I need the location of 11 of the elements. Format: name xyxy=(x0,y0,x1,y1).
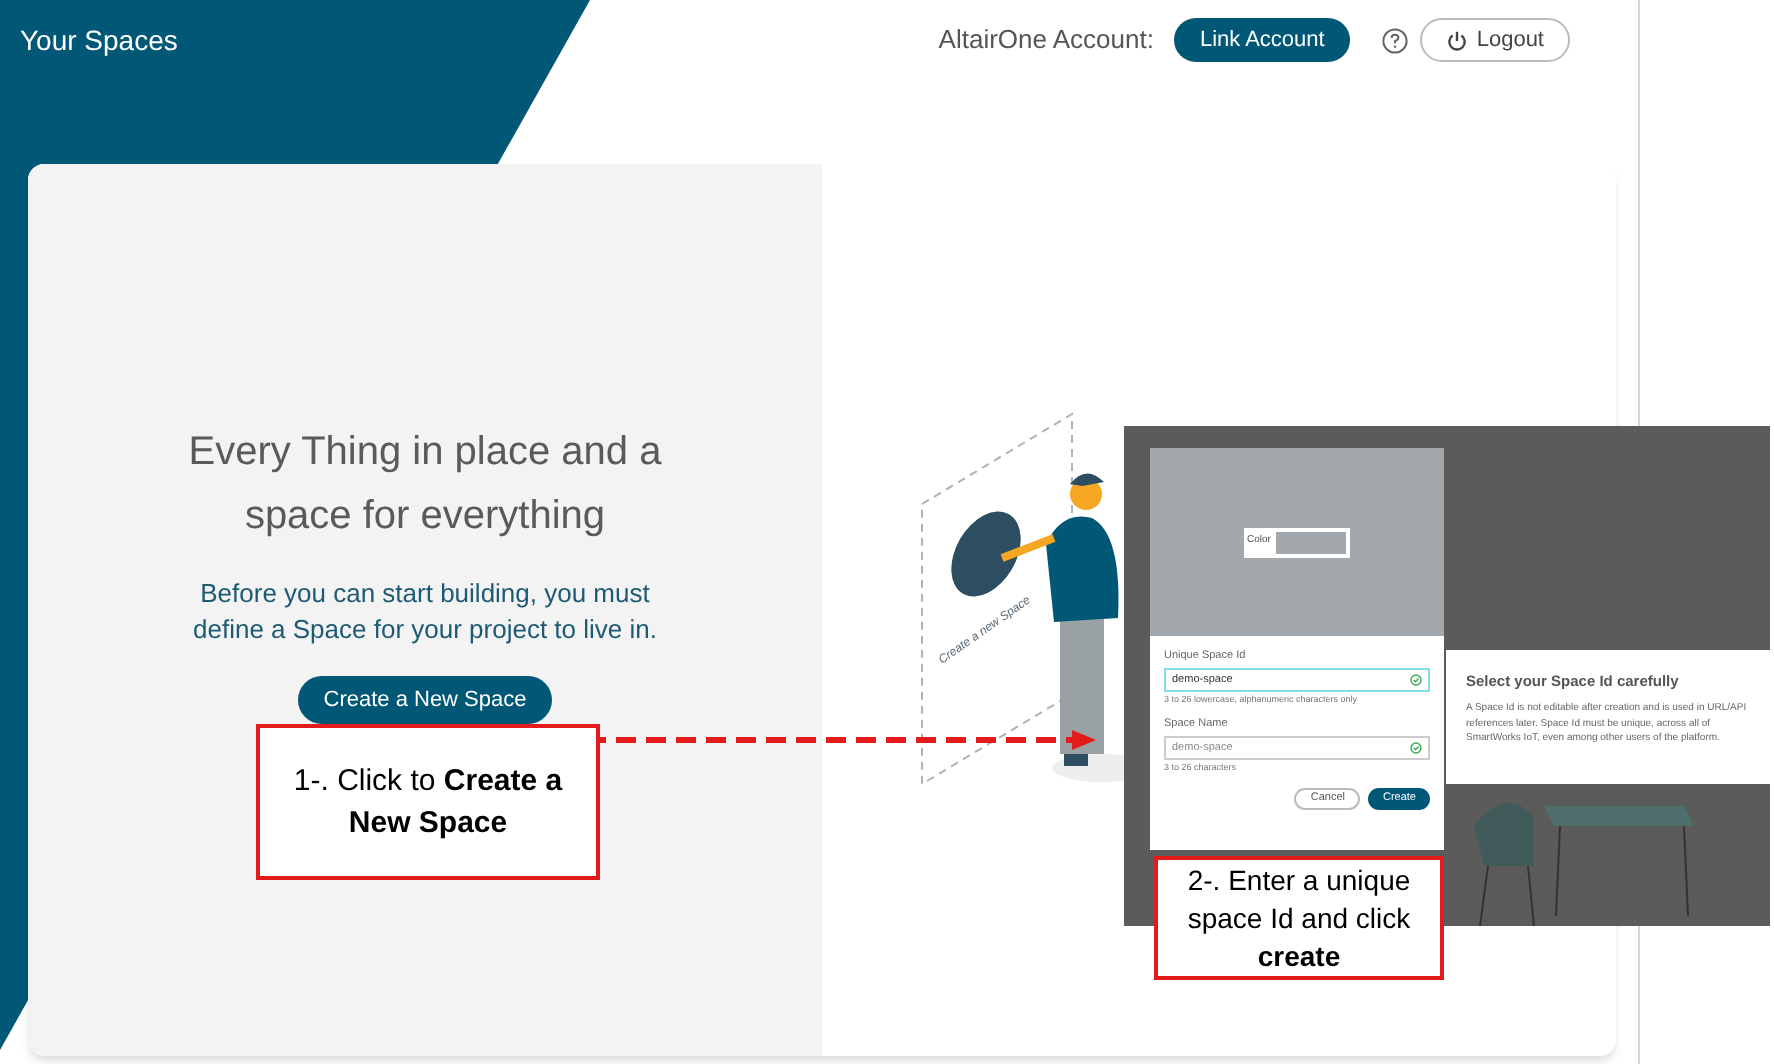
link-account-button[interactable]: Link Account xyxy=(1173,18,1351,62)
power-icon xyxy=(1446,29,1469,51)
callout-note: 2-. Enter a unique space Id and click create xyxy=(1154,856,1444,980)
help-icon[interactable] xyxy=(1382,27,1409,53)
hero-heading: Every Thing in place and a space for everything xyxy=(186,428,664,542)
create-space-button[interactable]: Create a New Space xyxy=(297,676,553,724)
logout-button[interactable]: Logout xyxy=(1420,18,1570,62)
callout-note: 1-. Click to Create a New Space xyxy=(256,724,600,880)
page-title: Your Spaces xyxy=(20,21,178,60)
account-label: AltairOne Account: xyxy=(938,22,1154,59)
hero-description: Before you can start building, you must define a Space for your project to live in. xyxy=(191,576,659,648)
